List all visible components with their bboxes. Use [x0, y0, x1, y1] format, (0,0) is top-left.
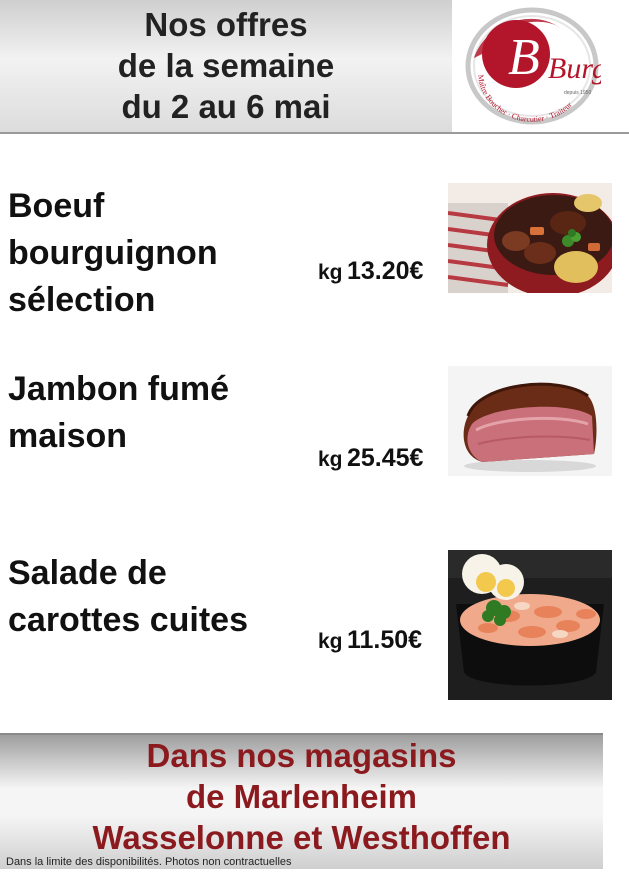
product-name-line: Boeuf — [8, 187, 105, 225]
footer-line: Dans nos magasins — [146, 737, 457, 774]
price-unit: kg — [318, 448, 343, 471]
disclaimer: Dans la limite des disponibilités. Photo… — [6, 856, 292, 868]
footer-line: de Marlenheim — [185, 778, 418, 815]
product-name: Jambon fumé maison — [8, 366, 229, 460]
product-price: kg 13.20€ — [318, 257, 423, 286]
product-name: Salade de carottes cuites — [8, 550, 248, 644]
product-name-line: bourguignon — [8, 234, 218, 272]
carrot-salad-photo — [448, 550, 612, 700]
burg-logo: B Burg depuis 1950 Maître Boucher · Char… — [456, 2, 607, 130]
header-divider — [0, 132, 629, 134]
beef-stew-photo — [448, 183, 612, 293]
price-unit: kg — [318, 261, 343, 284]
footer-line: Wasselonne et Westhoffen — [92, 819, 511, 856]
svg-text:B: B — [508, 29, 540, 86]
logo-since: depuis 1950 — [564, 90, 591, 96]
price-amount: 13.20€ — [346, 257, 424, 285]
product-price: kg 25.45€ — [318, 444, 423, 473]
product-name-line: maison — [8, 417, 128, 455]
price-amount: 11.50€ — [346, 626, 423, 654]
product-name-line: carottes cuites — [8, 601, 248, 639]
product-name: Boeuf bourguignon sélection — [8, 183, 218, 324]
product-name-line: Salade de — [8, 554, 167, 592]
product-name-line: sélection — [8, 281, 156, 319]
smoked-ham-photo — [448, 366, 612, 476]
product-price: kg 11.50€ — [318, 626, 422, 655]
price-amount: 25.45€ — [346, 444, 424, 472]
header: Nos offres de la semaine du 2 au 6 mai B… — [0, 0, 629, 134]
product-name-line: Jambon fumé — [8, 370, 230, 408]
title-line: de la semaine — [117, 47, 335, 84]
title-line: Nos offres — [144, 6, 308, 43]
price-unit: kg — [318, 630, 343, 653]
store-locations: Dans nos magasins de Marlenheim Wasselon… — [0, 735, 603, 858]
title-line: du 2 au 6 mai — [121, 88, 331, 125]
logo-wordmark: Burg — [548, 52, 601, 85]
page-title: Nos offres de la semaine du 2 au 6 mai — [0, 4, 452, 127]
